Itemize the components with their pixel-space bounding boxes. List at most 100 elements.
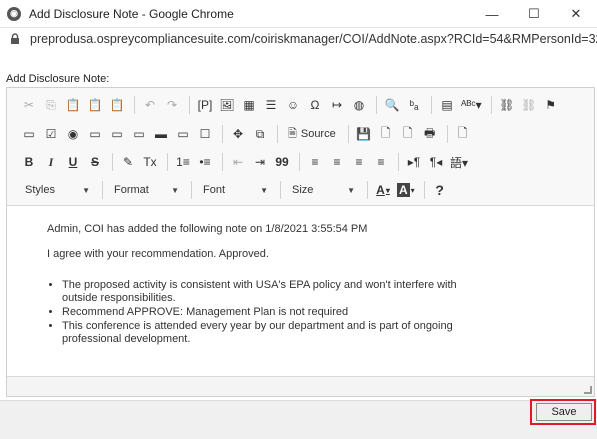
find-icon[interactable]: 🔍	[382, 95, 402, 115]
rich-text-editor[interactable]: ✂ ⎘ 📋 📋 📋 ↶ ↷ [P] 🖼 ▦ ☰ ☺ Ω ↦ ◍ 🔍 ᵇₐ ▤ ᴬ…	[6, 87, 595, 397]
note-field-label: Add Disclosure Note:	[6, 73, 110, 85]
format-combo-label: Format	[114, 184, 149, 196]
horizontal-rule-icon[interactable]: ☰	[261, 95, 281, 115]
strikethrough-button[interactable]: S	[85, 152, 105, 172]
select-all-icon[interactable]: ▤	[437, 95, 457, 115]
form-icon[interactable]: ▭	[19, 124, 39, 144]
list-item: Recommend APPROVE: Management Plan is no…	[62, 306, 482, 319]
link-icon[interactable]: ⛓	[497, 95, 517, 115]
paste-text-icon[interactable]: 📋	[85, 95, 105, 115]
toolbar-separator	[446, 125, 448, 143]
spellcheck-icon[interactable]: ᴬᴮᶜ▾	[459, 95, 484, 115]
save-doc-icon[interactable]: 💾	[354, 124, 374, 144]
toolbar-separator	[347, 125, 349, 143]
align-right-icon[interactable]: ≡	[349, 152, 369, 172]
special-char-icon[interactable]: Ω	[305, 95, 325, 115]
unlink-icon[interactable]: ⛓	[519, 95, 539, 115]
underline-button[interactable]: U	[63, 152, 83, 172]
toolbar-separator	[134, 96, 135, 114]
indent-icon[interactable]: ⇥	[250, 152, 270, 172]
outdent-icon[interactable]: ⇤	[228, 152, 248, 172]
text-color-button[interactable]: A ▾	[373, 180, 393, 200]
resize-handle-icon[interactable]	[584, 386, 592, 394]
help-icon[interactable]: ?	[430, 180, 450, 200]
toolbar-separator	[367, 181, 368, 199]
smiley-icon[interactable]: ☺	[283, 95, 303, 115]
text-direction-rtl-icon[interactable]: ¶◂	[426, 152, 446, 172]
text-field-icon[interactable]: ▭	[85, 124, 105, 144]
bg-color-icon: A	[397, 183, 410, 197]
replace-icon[interactable]: ᵇₐ	[404, 95, 424, 115]
editor-content[interactable]: Admin, COI has added the following note …	[7, 206, 594, 376]
remove-format-icon[interactable]: Tx	[140, 152, 160, 172]
maximize-button[interactable]: ☐	[513, 0, 555, 28]
chrome-logo-icon: ◉	[7, 6, 21, 21]
text-direction-ltr-icon[interactable]: ▸¶	[404, 152, 424, 172]
toolbar-separator	[431, 96, 432, 114]
show-blocks-icon[interactable]: ⧉	[250, 124, 270, 144]
image-button-icon[interactable]: ▭	[173, 124, 193, 144]
note-intro: Admin, COI has added the following note …	[47, 223, 368, 235]
radio-icon[interactable]: ◉	[63, 124, 83, 144]
numbered-list-icon[interactable]: 1≡	[173, 152, 193, 172]
styles-combo[interactable]: Styles ▼	[19, 180, 93, 200]
copy-icon[interactable]: ⎘	[41, 95, 61, 115]
toolbar-separator	[222, 153, 223, 171]
url-text[interactable]: preprodusa.ospreycompliancesuite.com/coi…	[30, 32, 597, 46]
button-field-icon[interactable]: ▬	[151, 124, 171, 144]
source-label: Source	[300, 128, 336, 140]
image-icon[interactable]: 🖼	[217, 95, 237, 115]
copy-format-icon[interactable]: ✎	[118, 152, 138, 172]
source-button[interactable]: 🗎 Source	[283, 124, 341, 144]
hidden-field-icon[interactable]: ☐	[195, 124, 215, 144]
bulleted-list-icon[interactable]: •≡	[195, 152, 215, 172]
bold-button[interactable]: B	[19, 152, 39, 172]
maximize-editor-icon[interactable]: ✥	[228, 124, 248, 144]
align-left-icon[interactable]: ≡	[305, 152, 325, 172]
select-field-icon[interactable]: ▭	[129, 124, 149, 144]
language-icon[interactable]: 語▾	[448, 152, 470, 172]
bg-color-button[interactable]: A ▾	[395, 180, 417, 200]
print-icon[interactable]: 🖶	[420, 124, 440, 144]
minimize-button[interactable]: —	[471, 0, 513, 28]
paste-icon[interactable]: 📋	[63, 95, 83, 115]
toolbar-separator	[299, 153, 300, 171]
chevron-down-icon: ▼	[347, 185, 355, 195]
dialog-footer	[0, 400, 597, 439]
address-bar[interactable]: preprodusa.ospreycompliancesuite.com/coi…	[0, 28, 597, 50]
toolbar-row-3: B I U S ✎ Tx 1≡ •≡ ⇤ ⇥ 99 ≡ ≡ ≡ ≡ ▸¶ ¶◂ …	[19, 151, 472, 173]
checkbox-icon[interactable]: ☑	[41, 124, 61, 144]
blockquote-icon[interactable]: 99	[272, 152, 292, 172]
placeholder-icon[interactable]: [P]	[195, 95, 215, 115]
cut-icon[interactable]: ✂	[19, 95, 39, 115]
align-center-icon[interactable]: ≡	[327, 152, 347, 172]
undo-icon[interactable]: ↶	[140, 95, 160, 115]
chevron-down-icon: ▼	[82, 185, 90, 195]
window-titlebar: ◉ Add Disclosure Note - Google Chrome — …	[0, 0, 597, 28]
toolbar-separator	[398, 153, 399, 171]
styles-combo-label: Styles	[25, 184, 55, 196]
table-icon[interactable]: ▦	[239, 95, 259, 115]
italic-button[interactable]: I	[41, 152, 61, 172]
anchor-flag-icon[interactable]: ⚑	[541, 95, 561, 115]
toolbar-separator	[423, 181, 425, 199]
toolbar-separator	[167, 153, 168, 171]
close-button[interactable]: ✕	[555, 0, 597, 28]
list-item: This conference is attended every year b…	[62, 320, 482, 346]
align-justify-icon[interactable]: ≡	[371, 152, 391, 172]
size-combo[interactable]: Size ▼	[286, 180, 358, 200]
iframe-icon[interactable]: ◍	[349, 95, 369, 115]
templates-icon[interactable]: 🗋	[453, 124, 473, 144]
toolbar-row-1: ✂ ⎘ 📋 📋 📋 ↶ ↷ [P] 🖼 ▦ ☰ ☺ Ω ↦ ◍ 🔍 ᵇₐ ▤ ᴬ…	[19, 94, 563, 116]
new-page-icon[interactable]: 🗋	[376, 124, 396, 144]
redo-icon[interactable]: ↷	[162, 95, 182, 115]
save-button[interactable]: Save	[536, 403, 592, 421]
toolbar-row-2: ▭ ☑ ◉ ▭ ▭ ▭ ▬ ▭ ☐ ✥ ⧉ 🗎 Source 💾 🗋 🗋 🖶 🗋	[19, 123, 475, 145]
toolbar-separator	[102, 181, 103, 199]
textarea-icon[interactable]: ▭	[107, 124, 127, 144]
format-combo[interactable]: Format ▼	[108, 180, 182, 200]
paste-word-icon[interactable]: 📋	[107, 95, 127, 115]
preview-icon[interactable]: 🗋	[398, 124, 418, 144]
font-combo[interactable]: Font ▼	[197, 180, 271, 200]
page-break-icon[interactable]: ↦	[327, 95, 347, 115]
